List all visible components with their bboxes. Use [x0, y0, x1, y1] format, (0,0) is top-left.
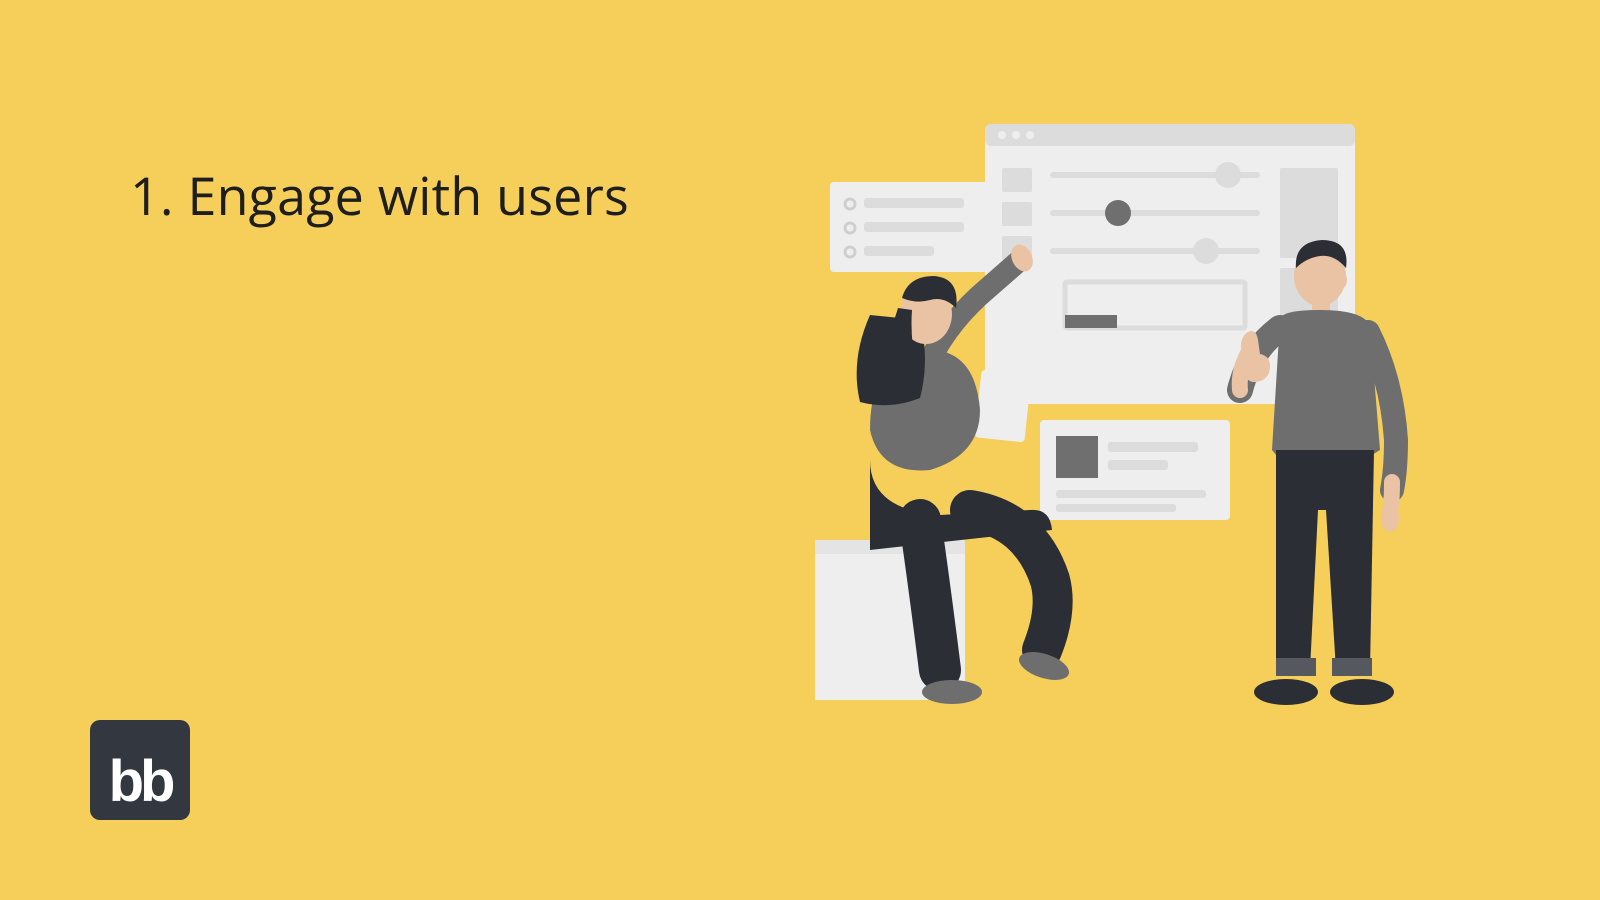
brand-logo-text: bb: [109, 757, 172, 806]
slide-heading: 1. Engage with users: [130, 160, 629, 231]
brand-logo: bb: [90, 720, 190, 820]
engage-users-illustration: [720, 110, 1460, 770]
